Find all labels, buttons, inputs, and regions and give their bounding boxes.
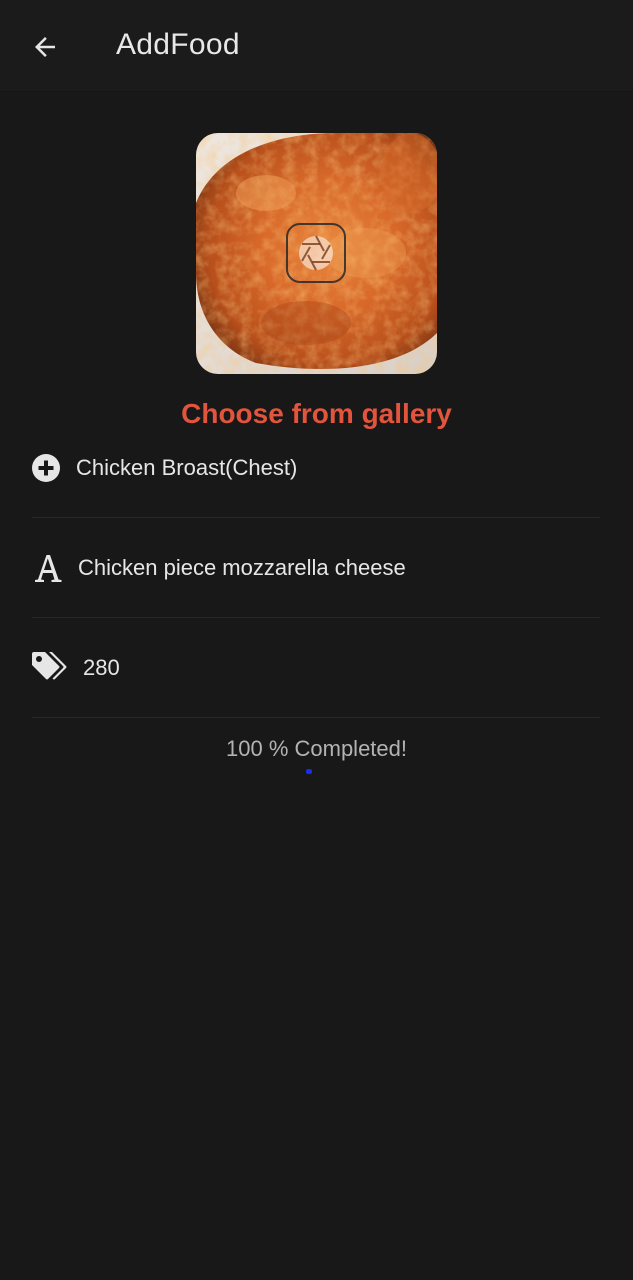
arrow-left-icon (35, 37, 55, 57)
font-letter-a-icon (32, 552, 64, 584)
back-button[interactable] (24, 26, 66, 68)
page-title: AddFood (116, 28, 240, 61)
upload-progress-text: 100 % Completed! (226, 736, 407, 761)
food-price-input[interactable] (83, 651, 563, 685)
app-bar: AddFood (0, 0, 633, 92)
camera-aperture-icon (286, 223, 346, 283)
food-image-picker[interactable] (196, 133, 437, 374)
upload-progress-indicator (306, 769, 312, 774)
food-description-row (32, 518, 600, 618)
add-food-screen: AddFood Choose from gallery Chicken Broa… (0, 0, 633, 1280)
food-name-input[interactable] (76, 451, 556, 485)
food-price-row (32, 618, 600, 718)
plus-circle-icon (32, 454, 60, 482)
tags-icon (32, 652, 68, 682)
food-description-input[interactable] (78, 551, 558, 585)
food-name-row (32, 418, 600, 518)
